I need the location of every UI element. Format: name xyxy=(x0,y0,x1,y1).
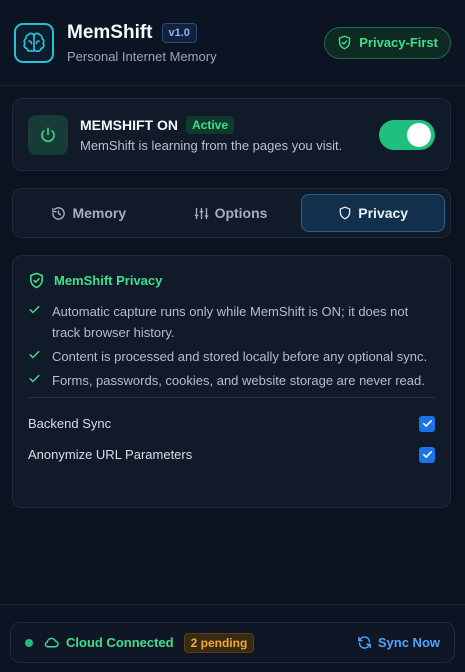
check-icon xyxy=(28,370,52,391)
bullet-text: Content is processed and stored locally … xyxy=(52,349,428,364)
check-icon xyxy=(28,346,52,367)
power-icon xyxy=(28,114,68,155)
cloud-connected-label: Cloud Connected xyxy=(66,635,174,650)
privacy-first-label: Privacy-First xyxy=(359,35,438,50)
divider xyxy=(28,397,435,398)
option-label: Backend Sync xyxy=(28,416,112,431)
app-subtitle: Personal Internet Memory xyxy=(67,48,217,64)
brand-block: MemShift v1.0 Personal Internet Memory xyxy=(67,22,217,64)
status-description: MemShift is learning from the pages you … xyxy=(80,138,343,153)
history-icon xyxy=(52,206,66,220)
footer: Cloud Connected 2 pending Sync Now xyxy=(0,604,465,672)
status-card: MEMSHIFT ON Active MemShift is learning … xyxy=(12,98,451,171)
brain-logo-icon xyxy=(14,22,54,63)
sync-now-button[interactable]: Sync Now xyxy=(357,635,440,650)
privacy-panel-title: MemShift Privacy xyxy=(28,272,435,289)
list-item: Forms, passwords, cookies, and website s… xyxy=(28,370,435,391)
tab-memory[interactable]: Memory xyxy=(18,194,160,232)
option-backend-sync: Backend Sync xyxy=(28,408,435,439)
bullet-text: Forms, passwords, cookies, and website s… xyxy=(52,373,425,388)
privacy-bullets: Automatic capture runs only while MemShi… xyxy=(28,301,435,391)
anonymize-url-checkbox[interactable] xyxy=(419,446,435,463)
tab-privacy[interactable]: Privacy xyxy=(301,194,446,232)
bullet-text: Automatic capture runs only while MemShi… xyxy=(52,304,409,340)
privacy-panel: MemShift Privacy Automatic capture runs … xyxy=(12,255,451,508)
status-title: MEMSHIFT ON xyxy=(80,117,178,133)
tab-privacy-label: Privacy xyxy=(358,205,409,221)
tab-bar: Memory Options Privacy xyxy=(12,188,451,238)
shield-check-icon xyxy=(339,35,351,50)
refresh-icon xyxy=(358,636,371,649)
active-badge: Active xyxy=(186,116,235,134)
connection-status-dot xyxy=(25,638,33,647)
cloud-icon xyxy=(44,637,59,648)
option-anonymize-url: Anonymize URL Parameters xyxy=(28,439,435,470)
pending-badge: 2 pending xyxy=(183,632,255,653)
sync-now-label: Sync Now xyxy=(377,635,440,650)
app-header: MemShift v1.0 Personal Internet Memory P… xyxy=(0,0,465,86)
sync-status-bar: Cloud Connected 2 pending Sync Now xyxy=(10,622,455,663)
option-label: Anonymize URL Parameters xyxy=(28,447,193,462)
tab-memory-label: Memory xyxy=(72,205,127,221)
app-title: MemShift xyxy=(67,21,153,43)
privacy-panel-title-label: MemShift Privacy xyxy=(54,273,163,288)
backend-sync-checkbox[interactable] xyxy=(419,415,435,432)
check-icon xyxy=(28,301,52,343)
tab-options-label: Options xyxy=(214,205,268,221)
toggle-knob xyxy=(407,122,431,147)
shield-check-icon xyxy=(30,272,43,289)
list-item: Automatic capture runs only while MemShi… xyxy=(28,301,435,343)
sliders-icon xyxy=(194,207,208,219)
version-badge: v1.0 xyxy=(161,22,197,43)
privacy-first-badge: Privacy-First xyxy=(324,26,451,59)
shield-icon xyxy=(339,206,351,220)
list-item: Content is processed and stored locally … xyxy=(28,346,435,367)
tab-options[interactable]: Options xyxy=(160,194,302,232)
memshift-toggle[interactable] xyxy=(379,119,435,150)
